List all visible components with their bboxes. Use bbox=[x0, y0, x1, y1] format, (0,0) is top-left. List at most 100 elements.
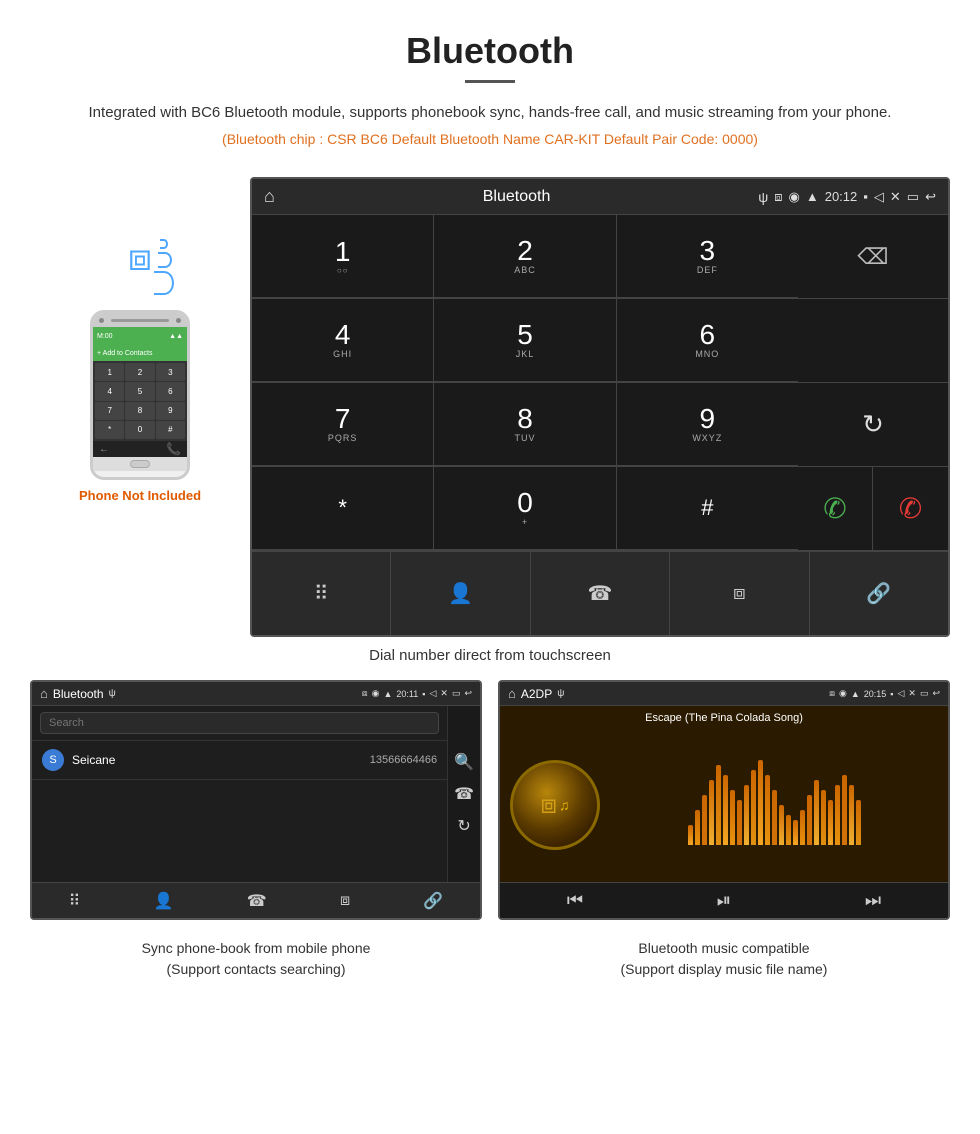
key-6[interactable]: 6MNO bbox=[617, 299, 798, 382]
eq-bar-22 bbox=[842, 775, 847, 845]
phone-home-button bbox=[130, 460, 150, 468]
contact-row: S Seicane 13566664466 bbox=[32, 741, 447, 780]
eq-bar-12 bbox=[772, 790, 777, 845]
bottom-screens-section: ⌂ Bluetooth ψ ⧈ ◉ ▲ 20:11 ▪ ◁ ✕ ▭ ↩ bbox=[0, 680, 980, 920]
next-track-icon[interactable]: ⏭ bbox=[865, 890, 881, 911]
phonebook-home-icon[interactable]: ⌂ bbox=[40, 686, 48, 701]
phonebook-side-icons: 🔍 ☎ ↻ bbox=[447, 706, 480, 882]
pb-x-icon: ✕ bbox=[440, 688, 448, 699]
phone-key-4: 4 bbox=[95, 382, 124, 400]
refresh-cell[interactable]: ↻ bbox=[798, 383, 948, 466]
phonebook-caption: Sync phone-book from mobile phone (Suppo… bbox=[30, 938, 482, 980]
time-display: 20:12 bbox=[825, 189, 858, 204]
key-star[interactable]: * bbox=[252, 467, 434, 550]
phone-key-0: 0 bbox=[125, 421, 154, 439]
dial-content: 1○○ 2ABC 3DEF ⌫ 4GHI 5JKL 6MNO 7PQRS bbox=[252, 215, 948, 635]
phonebook-caption-line2: (Support contacts searching) bbox=[167, 961, 346, 977]
mu-screen-icon: ▭ bbox=[920, 688, 929, 699]
key-2[interactable]: 2ABC bbox=[434, 215, 616, 298]
main-screen-section: ⧈ M:00 ▲▲ + Add to Con bbox=[0, 177, 980, 637]
pb-refresh-side-icon[interactable]: ↻ bbox=[457, 816, 470, 836]
music-top-right: ⧈ ◉ ▲ 20:15 ▪ ◁ ✕ ▭ ↩ bbox=[829, 688, 940, 699]
pb-time: 20:11 bbox=[396, 689, 418, 699]
phone-screen: M:00 ▲▲ + Add to Contacts 1 2 3 4 5 6 7 … bbox=[93, 327, 187, 457]
mu-x-icon: ✕ bbox=[908, 688, 916, 699]
delete-cell[interactable]: ⌫ bbox=[798, 215, 948, 298]
phonebook-bottom-bar: ⠿ 👤 ☎ ⧈ 🔗 bbox=[32, 882, 480, 918]
pb-search-side-icon[interactable]: 🔍 bbox=[454, 752, 474, 772]
pb-cam-icon: ▪ bbox=[422, 689, 425, 699]
key-0[interactable]: 0+ bbox=[434, 467, 616, 550]
pb-nav-phone[interactable]: ☎ bbox=[247, 891, 267, 911]
phonebook-screen-wrap: ⌂ Bluetooth ψ ⧈ ◉ ▲ 20:11 ▪ ◁ ✕ ▭ ↩ bbox=[30, 680, 482, 920]
usb-icon: ψ bbox=[758, 189, 768, 205]
pb-call-side-icon[interactable]: ☎ bbox=[454, 784, 474, 804]
phonebook-top-left: ⌂ Bluetooth ψ bbox=[40, 686, 116, 701]
music-top-bar: ⌂ A2DP ψ ⧈ ◉ ▲ 20:15 ▪ ◁ ✕ ▭ ↩ bbox=[500, 682, 948, 706]
phone-camera bbox=[176, 318, 181, 323]
key-9[interactable]: 9WXYZ bbox=[617, 383, 798, 466]
bluetooth-specs: (Bluetooth chip : CSR BC6 Default Blueto… bbox=[60, 131, 920, 147]
key-1[interactable]: 1○○ bbox=[252, 215, 434, 298]
key-8[interactable]: 8TUV bbox=[434, 383, 616, 466]
music-android-screen: ⌂ A2DP ψ ⧈ ◉ ▲ 20:15 ▪ ◁ ✕ ▭ ↩ Esc bbox=[498, 680, 950, 920]
eq-bar-16 bbox=[800, 810, 805, 845]
phone-key-7: 7 bbox=[95, 402, 124, 420]
eq-bar-9 bbox=[751, 770, 756, 845]
mu-time: 20:15 bbox=[864, 689, 887, 699]
call-red-cell[interactable]: ✆ bbox=[873, 467, 948, 550]
contacts-nav-btn[interactable]: 👤 bbox=[391, 552, 530, 635]
key-3[interactable]: 3DEF bbox=[617, 215, 798, 298]
phone-keypad: 1 2 3 4 5 6 7 8 9 * 0 # bbox=[93, 361, 187, 441]
phone-key-8: 8 bbox=[125, 402, 154, 420]
pb-nav-person[interactable]: 👤 bbox=[154, 891, 174, 911]
eq-bar-3 bbox=[709, 780, 714, 845]
phone-screen-header: M:00 ▲▲ bbox=[93, 327, 187, 345]
phonebook-top-right: ⧈ ◉ ▲ 20:11 ▪ ◁ ✕ ▭ ↩ bbox=[362, 688, 472, 699]
add-to-contacts-label: + Add to Contacts bbox=[97, 350, 152, 357]
back-icon: ↩ bbox=[925, 189, 936, 205]
gps-icon: ◉ bbox=[789, 189, 800, 205]
music-home-icon[interactable]: ⌂ bbox=[508, 686, 516, 701]
bt-nav-btn[interactable]: ⧈ bbox=[670, 552, 809, 635]
pb-nav-grid[interactable]: ⠿ bbox=[69, 891, 81, 911]
android-screen-title: Bluetooth bbox=[483, 188, 551, 206]
pb-vol-icon: ◁ bbox=[429, 688, 436, 699]
key-7[interactable]: 7PQRS bbox=[252, 383, 434, 466]
phone-key-9: 9 bbox=[156, 402, 185, 420]
eq-bar-11 bbox=[765, 775, 770, 845]
album-bt-icon: ⧈ bbox=[540, 789, 557, 821]
phone-call-icon: 📞 bbox=[166, 442, 181, 456]
android-dial-screen: ⌂ Bluetooth ψ ⧈ ◉ ▲ 20:12 ▪ ◁ ✕ ▭ ↩ bbox=[250, 177, 950, 637]
key-hash[interactable]: # bbox=[617, 467, 798, 550]
key-5[interactable]: 5JKL bbox=[434, 299, 616, 382]
eq-bar-5 bbox=[723, 775, 728, 845]
link-nav-btn[interactable]: 🔗 bbox=[810, 552, 948, 635]
phone-nav-btn[interactable]: ☎ bbox=[531, 552, 670, 635]
key-4[interactable]: 4GHI bbox=[252, 299, 434, 382]
phone-key-hash: # bbox=[156, 421, 185, 439]
mu-vol-icon: ◁ bbox=[897, 688, 904, 699]
music-controls-bar: ⏮ ⏯ ⏭ bbox=[500, 882, 948, 918]
pb-nav-bt[interactable]: ⧈ bbox=[340, 892, 350, 910]
phone-back-icon: ← bbox=[99, 444, 109, 455]
dialpad-nav-btn[interactable]: ⠿ bbox=[252, 552, 391, 635]
eq-bar-4 bbox=[716, 765, 721, 845]
prev-track-icon[interactable]: ⏮ bbox=[567, 890, 583, 911]
music-screen-wrap: ⌂ A2DP ψ ⧈ ◉ ▲ 20:15 ▪ ◁ ✕ ▭ ↩ Esc bbox=[498, 680, 950, 920]
search-input[interactable] bbox=[40, 712, 439, 734]
bluetooth-status-icon: ⧈ bbox=[774, 189, 782, 205]
mu-bt-icon: ⧈ bbox=[829, 688, 835, 699]
call-green-cell[interactable]: ✆ bbox=[798, 467, 873, 550]
phone-bottom-bar bbox=[93, 457, 187, 471]
eq-bar-21 bbox=[835, 785, 840, 845]
pb-nav-link[interactable]: 🔗 bbox=[423, 891, 443, 911]
pb-signal-icon: ▲ bbox=[383, 689, 392, 699]
play-pause-icon[interactable]: ⏯ bbox=[717, 890, 731, 911]
eq-bar-2 bbox=[702, 795, 707, 845]
home-icon[interactable]: ⌂ bbox=[264, 186, 275, 207]
page-header: Bluetooth Integrated with BC6 Bluetooth … bbox=[0, 0, 980, 177]
eq-bar-1 bbox=[695, 810, 700, 845]
phonebook-body: S Seicane 13566664466 bbox=[32, 706, 447, 882]
phonebook-usb-icon: ψ bbox=[109, 688, 116, 699]
